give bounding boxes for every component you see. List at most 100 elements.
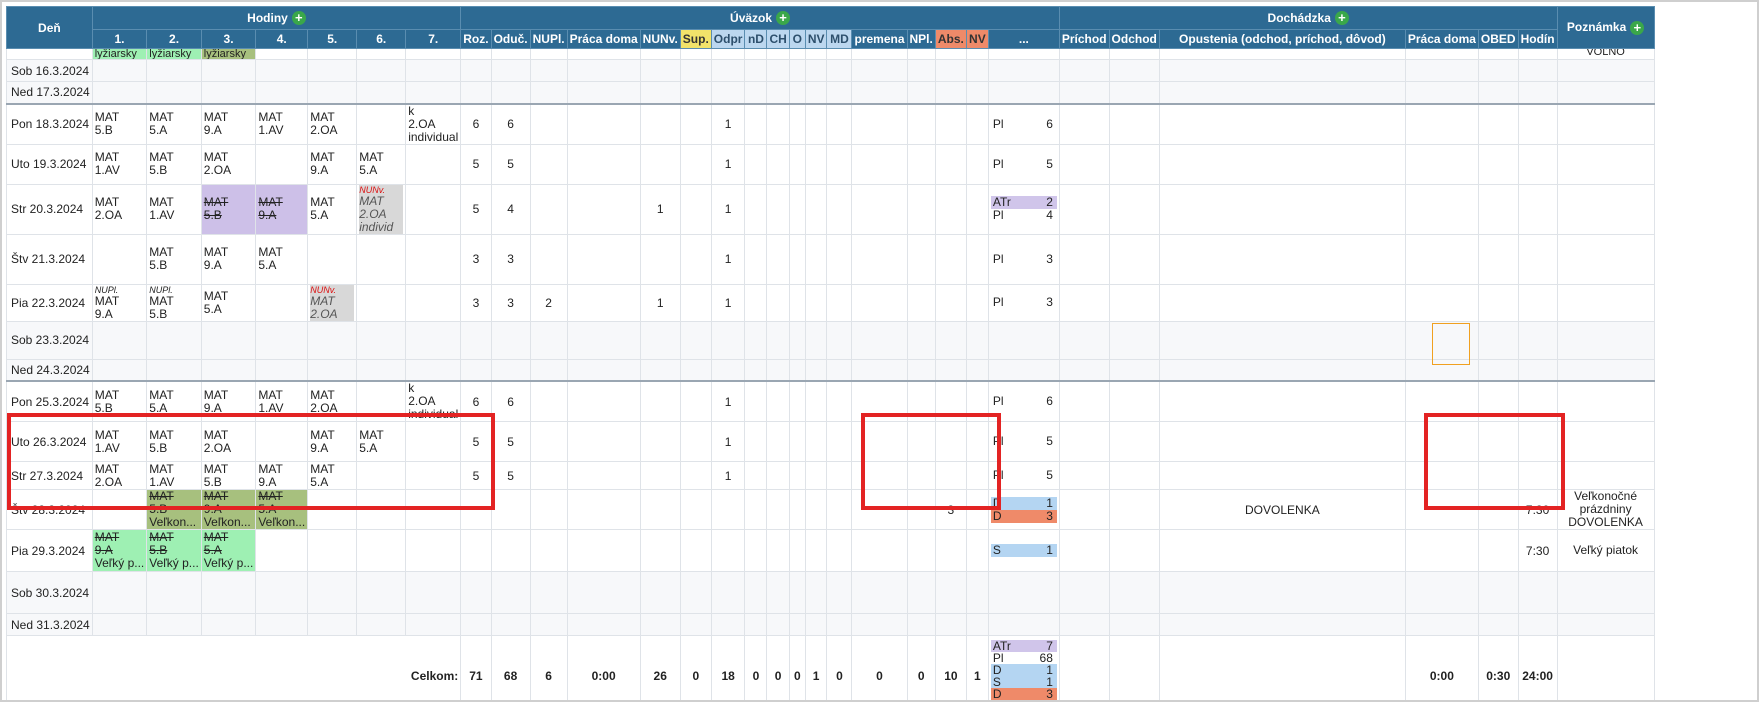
lesson-cell[interactable] <box>255 571 309 614</box>
lesson-cell[interactable] <box>200 59 257 82</box>
note-cell[interactable] <box>1556 233 1655 285</box>
lesson-cell[interactable] <box>307 529 358 572</box>
dochadzka-prichod[interactable] <box>1058 380 1110 422</box>
dochadzka-prichod[interactable] <box>1058 283 1110 322</box>
dochadzka-prichod[interactable] <box>1058 461 1110 490</box>
dochadzka-hodin[interactable] <box>1517 183 1558 235</box>
lesson-block[interactable]: MAT 2.OA <box>310 388 354 415</box>
dochadzka-odchod[interactable] <box>1108 380 1160 422</box>
dochadzka-opustenia[interactable] <box>1158 529 1406 572</box>
lesson-cell[interactable]: MAT 5.A <box>307 183 358 235</box>
dochadzka-odchod[interactable] <box>1108 489 1160 530</box>
lesson-cell[interactable] <box>405 529 462 572</box>
lesson-block[interactable]: k 2.OA individual <box>408 105 458 143</box>
dochadzka-hodin[interactable] <box>1517 320 1558 360</box>
lesson-cell[interactable] <box>146 81 202 104</box>
col-hour-6[interactable]: 6. <box>356 29 407 49</box>
lesson-cell[interactable] <box>146 320 202 360</box>
note-cell[interactable] <box>1556 81 1655 104</box>
dochadzka-odchod[interactable] <box>1108 102 1160 145</box>
dochadzka-opustenia[interactable] <box>1158 102 1406 145</box>
lesson-cell[interactable]: MAT 1.AV <box>91 143 148 185</box>
lesson-cell[interactable] <box>405 358 462 382</box>
lesson-cell[interactable] <box>255 81 309 104</box>
lesson-cell[interactable] <box>307 613 358 636</box>
lesson-block[interactable]: MAT 9.A <box>204 111 254 137</box>
dochadzka-praca_doma2[interactable] <box>1404 102 1479 145</box>
lesson-block[interactable]: MAT 2.OA <box>95 196 145 222</box>
dochadzka-odchod[interactable] <box>1108 283 1160 322</box>
col-more[interactable]: ... <box>987 29 1060 49</box>
dochadzka-praca_doma2[interactable] <box>1404 613 1479 636</box>
add-dochadzka-icon[interactable]: + <box>1334 11 1349 26</box>
dochadzka-prichod[interactable] <box>1058 571 1110 614</box>
dochadzka-hodin[interactable] <box>1517 102 1558 145</box>
lesson-block[interactable]: MAT 5.A <box>310 196 354 222</box>
add-hodiny-icon[interactable]: + <box>291 11 306 26</box>
dochadzka-odchod[interactable] <box>1108 421 1160 462</box>
lesson-cell[interactable]: k 2.OA individual <box>405 102 462 145</box>
dochadzka-odchod[interactable] <box>1108 233 1160 285</box>
dochadzka-hodin[interactable] <box>1517 233 1558 285</box>
lesson-cell[interactable]: MAT 1.AV <box>255 102 309 145</box>
dochadzka-hodin[interactable] <box>1517 283 1558 322</box>
lesson-cell[interactable]: MAT 9.A Veľký p... <box>91 529 148 572</box>
lesson-block[interactable]: MAT 5.B <box>95 111 145 137</box>
lesson-cell[interactable] <box>255 320 309 360</box>
dochadzka-prichod[interactable] <box>1058 358 1110 382</box>
lesson-cell[interactable] <box>146 571 202 614</box>
lesson-block[interactable]: MAT 5.A Veľký p... <box>204 531 254 570</box>
dochadzka-prichod[interactable] <box>1058 59 1110 82</box>
lesson-block[interactable]: MAT 9.A <box>310 151 354 177</box>
lesson-cell[interactable]: MAT 9.A <box>200 233 257 285</box>
dochadzka-praca_doma2[interactable] <box>1404 59 1479 82</box>
col-hour-1[interactable]: 1. <box>91 29 148 49</box>
lesson-cell[interactable] <box>146 358 202 382</box>
lesson-cell[interactable]: MAT 5.B <box>146 143 202 185</box>
lesson-block[interactable]: MAT 9.A Veľký p... <box>95 531 145 570</box>
lesson-block[interactable]: MAT 2.OA <box>310 111 354 137</box>
lesson-cell[interactable] <box>255 613 309 636</box>
dochadzka-prichod[interactable] <box>1058 529 1110 572</box>
dochadzka-obed[interactable] <box>1477 283 1519 322</box>
lesson-cell[interactable] <box>307 59 358 82</box>
lesson-block[interactable]: MAT 5.A <box>258 246 305 272</box>
lesson-cell[interactable]: MAT 5.B Veľký p... <box>146 529 202 572</box>
lesson-block[interactable]: MAT 1.AV <box>258 388 305 415</box>
dochadzka-hodin[interactable] <box>1517 613 1558 636</box>
lesson-block[interactable]: MAT 9.A <box>258 196 305 222</box>
note-cell[interactable] <box>1556 421 1655 462</box>
lesson-cell[interactable]: MAT 9.A <box>255 183 309 235</box>
lesson-cell[interactable]: NUPl. MAT 5.B <box>146 283 202 322</box>
lesson-cell[interactable] <box>255 358 309 382</box>
lesson-block[interactable]: MAT 5.A <box>359 151 403 177</box>
lesson-cell[interactable] <box>356 358 407 382</box>
lesson-cell[interactable] <box>356 571 407 614</box>
lesson-cell[interactable] <box>91 233 148 285</box>
lesson-cell[interactable]: MAT 9.A <box>200 102 257 145</box>
lesson-cell[interactable] <box>405 571 462 614</box>
lesson-cell[interactable]: NUNv. MAT 2.OA individ <box>356 183 407 235</box>
lesson-cell[interactable] <box>91 59 148 82</box>
lesson-cell[interactable] <box>356 59 407 82</box>
dochadzka-opustenia[interactable] <box>1158 143 1406 185</box>
dochadzka-prichod[interactable] <box>1058 320 1110 360</box>
note-cell[interactable] <box>1556 183 1655 235</box>
lesson-block[interactable]: MAT 2.OA <box>204 151 254 177</box>
lesson-cell[interactable]: MAT 5.A <box>356 143 407 185</box>
lesson-cell[interactable] <box>91 571 148 614</box>
dochadzka-prichod[interactable] <box>1058 143 1110 185</box>
lesson-cell[interactable]: MAT 5.B <box>91 102 148 145</box>
lesson-cell[interactable] <box>356 48 407 60</box>
lesson-cell[interactable]: MAT 5.B <box>200 183 257 235</box>
col-hour-2[interactable]: 2. <box>146 29 202 49</box>
dochadzka-odchod[interactable] <box>1108 571 1160 614</box>
lesson-cell[interactable] <box>307 48 358 60</box>
lesson-cell[interactable] <box>356 102 407 145</box>
note-cell[interactable] <box>1556 143 1655 185</box>
note-cell[interactable]: Veľký piatok <box>1556 529 1655 572</box>
dochadzka-opustenia[interactable] <box>1158 81 1406 104</box>
lesson-cell[interactable] <box>91 320 148 360</box>
col-hour-7[interactable]: 7. <box>405 29 462 49</box>
lesson-block[interactable]: MAT 1.AV <box>149 196 199 222</box>
